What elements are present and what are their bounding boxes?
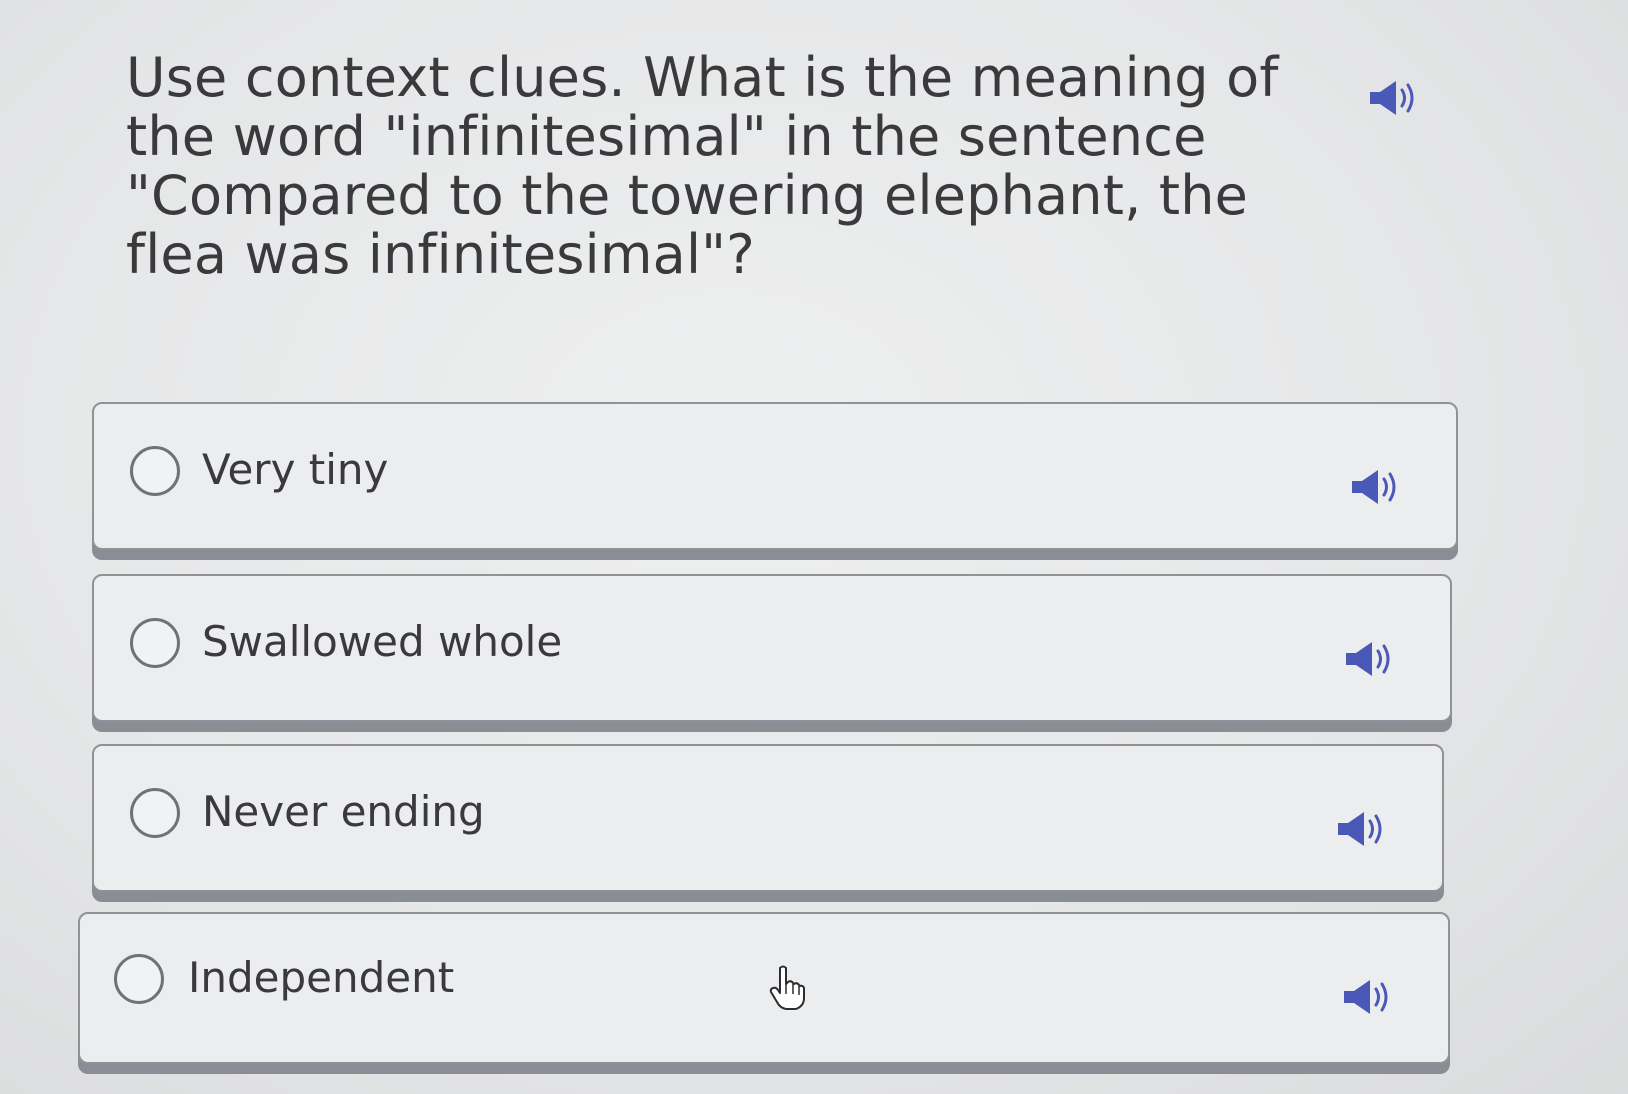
hand-pointer-icon <box>766 964 810 1012</box>
radio-button[interactable] <box>130 618 180 668</box>
question-text: Use context clues. What is the meaning o… <box>126 46 1279 286</box>
radio-button[interactable] <box>114 954 164 1004</box>
option-label: Never ending <box>202 787 485 836</box>
speaker-icon[interactable] <box>1336 809 1388 849</box>
speaker-icon[interactable] <box>1342 977 1394 1017</box>
option-label: Swallowed whole <box>202 617 563 666</box>
speaker-icon[interactable] <box>1344 639 1396 679</box>
radio-button[interactable] <box>130 446 180 496</box>
answer-option-very-tiny[interactable]: Very tiny <box>92 402 1458 550</box>
answer-option-never-ending[interactable]: Never ending <box>92 744 1444 892</box>
radio-button[interactable] <box>130 788 180 838</box>
speaker-icon[interactable] <box>1350 467 1402 507</box>
question-speaker-icon[interactable] <box>1368 78 1420 118</box>
option-label: Very tiny <box>202 445 389 494</box>
answer-option-independent[interactable]: Independent <box>78 912 1450 1064</box>
answer-option-swallowed-whole[interactable]: Swallowed whole <box>92 574 1452 722</box>
option-label: Independent <box>188 953 455 1002</box>
